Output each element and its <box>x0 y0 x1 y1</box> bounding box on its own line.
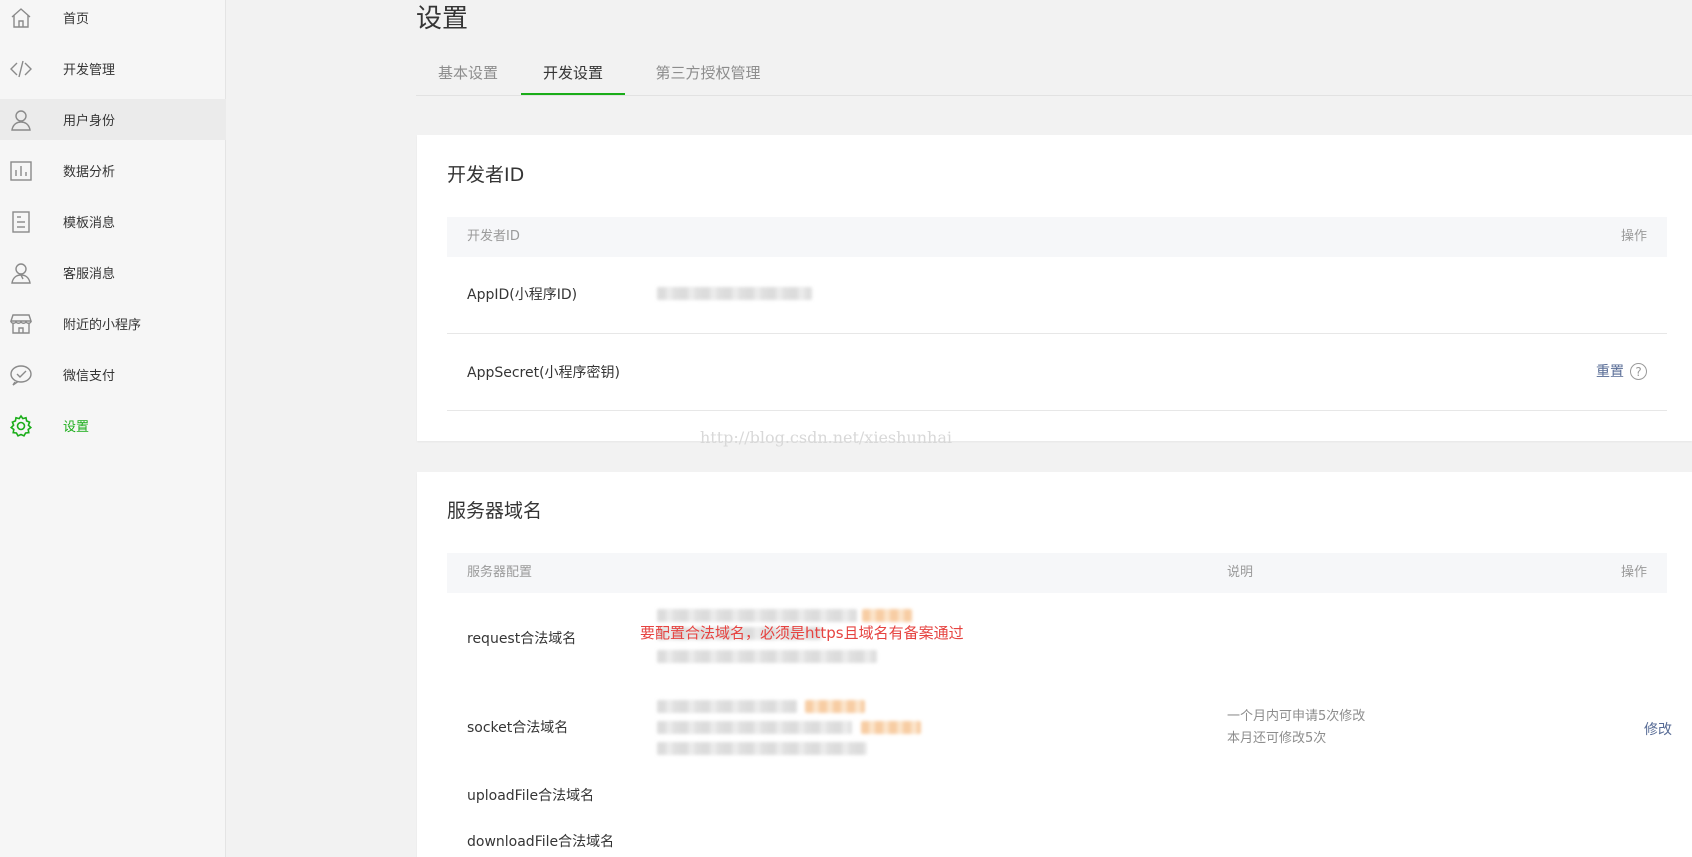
row-label: request合法域名 <box>467 631 577 647</box>
sidebar-item-customer-messages[interactable]: 客服消息 <box>0 252 226 293</box>
developer-id-card: 开发者ID 开发者ID 操作 AppID(小程序ID) AppSecret(小程… <box>417 135 1692 441</box>
sidebar-item-nearby-miniprograms[interactable]: 附近的小程序 <box>0 303 226 344</box>
redacted-value <box>657 650 877 663</box>
tab-bar: 基本设置 开发设置 第三方授权管理 <box>416 58 1692 96</box>
tab-dev-settings[interactable]: 开发设置 <box>521 58 625 95</box>
redacted-value <box>861 721 921 734</box>
modify-description: 一个月内可申请5次修改 本月还可修改5次 <box>1227 706 1365 750</box>
sidebar-item-template-messages[interactable]: 模板消息 <box>0 201 226 242</box>
tab-third-party-auth[interactable]: 第三方授权管理 <box>638 58 778 95</box>
description-line: 一个月内可申请5次修改 <box>1227 709 1366 724</box>
tab-basic-settings[interactable]: 基本设置 <box>416 58 520 95</box>
table-header: 开发者ID 操作 <box>447 217 1667 257</box>
redacted-value <box>657 287 812 300</box>
sidebar-item-label: 开发管理 <box>63 63 116 78</box>
section-title: 开发者ID <box>447 164 525 186</box>
gear-icon <box>9 414 33 438</box>
column-header: 服务器配置 <box>467 565 533 580</box>
row-label: AppID(小程序ID) <box>467 287 578 303</box>
redacted-value <box>657 742 867 755</box>
document-icon <box>9 210 33 234</box>
redacted-value <box>657 609 857 622</box>
column-header: 开发者ID <box>467 229 520 244</box>
reset-link[interactable]: 重置 <box>1596 361 1624 381</box>
modify-link[interactable]: 修改 <box>1644 719 1672 739</box>
column-header: 操作 <box>1620 565 1647 580</box>
sidebar-item-settings[interactable]: 设置 <box>0 405 226 446</box>
wechat-pay-icon <box>9 363 33 387</box>
customer-service-icon <box>9 261 33 285</box>
page-title: 设置 <box>416 4 469 34</box>
sidebar-item-dev-management[interactable]: 开发管理 <box>0 48 226 89</box>
sidebar-item-data-analysis[interactable]: 数据分析 <box>0 150 226 191</box>
column-header: 说明 <box>1227 565 1254 580</box>
store-icon <box>9 312 33 336</box>
user-icon <box>9 108 33 132</box>
sidebar-item-label: 首页 <box>63 12 90 27</box>
code-icon <box>9 57 33 81</box>
row-label: socket合法域名 <box>467 720 569 736</box>
sidebar-item-label: 客服消息 <box>63 267 116 282</box>
sidebar-item-home[interactable]: 首页 <box>0 0 226 38</box>
table-row: AppID(小程序ID) <box>447 257 1667 334</box>
redacted-value <box>862 609 912 622</box>
table-header: 服务器配置 说明 操作 <box>447 553 1667 593</box>
row-label: uploadFile合法域名 <box>467 788 595 804</box>
table-row: AppSecret(小程序密钥) 重置 ? <box>447 334 1667 411</box>
sidebar-item-label: 微信支付 <box>63 369 116 384</box>
home-icon <box>9 6 33 30</box>
bar-chart-icon <box>9 159 33 183</box>
sidebar: 首页 开发管理 用户身份 数据分析 模板消息 客服消息 附近的小程序 微信支付 … <box>0 0 226 857</box>
description-line: 本月还可修改5次 <box>1227 731 1327 746</box>
sidebar-item-label: 数据分析 <box>63 165 116 180</box>
redacted-value <box>657 700 797 713</box>
column-header: 操作 <box>1620 229 1647 244</box>
section-title: 服务器域名 <box>447 500 543 522</box>
sidebar-item-wechat-pay[interactable]: 微信支付 <box>0 354 226 395</box>
server-domain-card: 服务器域名 服务器配置 说明 操作 request合法域名 socket合法域名… <box>417 472 1692 857</box>
redacted-value <box>805 700 865 713</box>
row-label: AppSecret(小程序密钥) <box>467 365 621 381</box>
sidebar-item-label: 设置 <box>63 420 90 435</box>
help-icon[interactable]: ? <box>1630 362 1647 380</box>
sidebar-item-label: 模板消息 <box>63 216 116 231</box>
watermark: http://blog.csdn.net/xieshunhai <box>700 428 952 447</box>
action-group: 重置 ? <box>1596 361 1647 381</box>
sidebar-item-label: 附近的小程序 <box>63 318 142 333</box>
sidebar-item-label: 用户身份 <box>63 114 116 129</box>
redacted-value <box>657 721 852 734</box>
sidebar-item-user-identity[interactable]: 用户身份 <box>0 99 226 140</box>
annotation-note: 要配置合法域名，必须是https且域名有备案通过 <box>640 624 964 642</box>
row-label: downloadFile合法域名 <box>467 834 615 850</box>
